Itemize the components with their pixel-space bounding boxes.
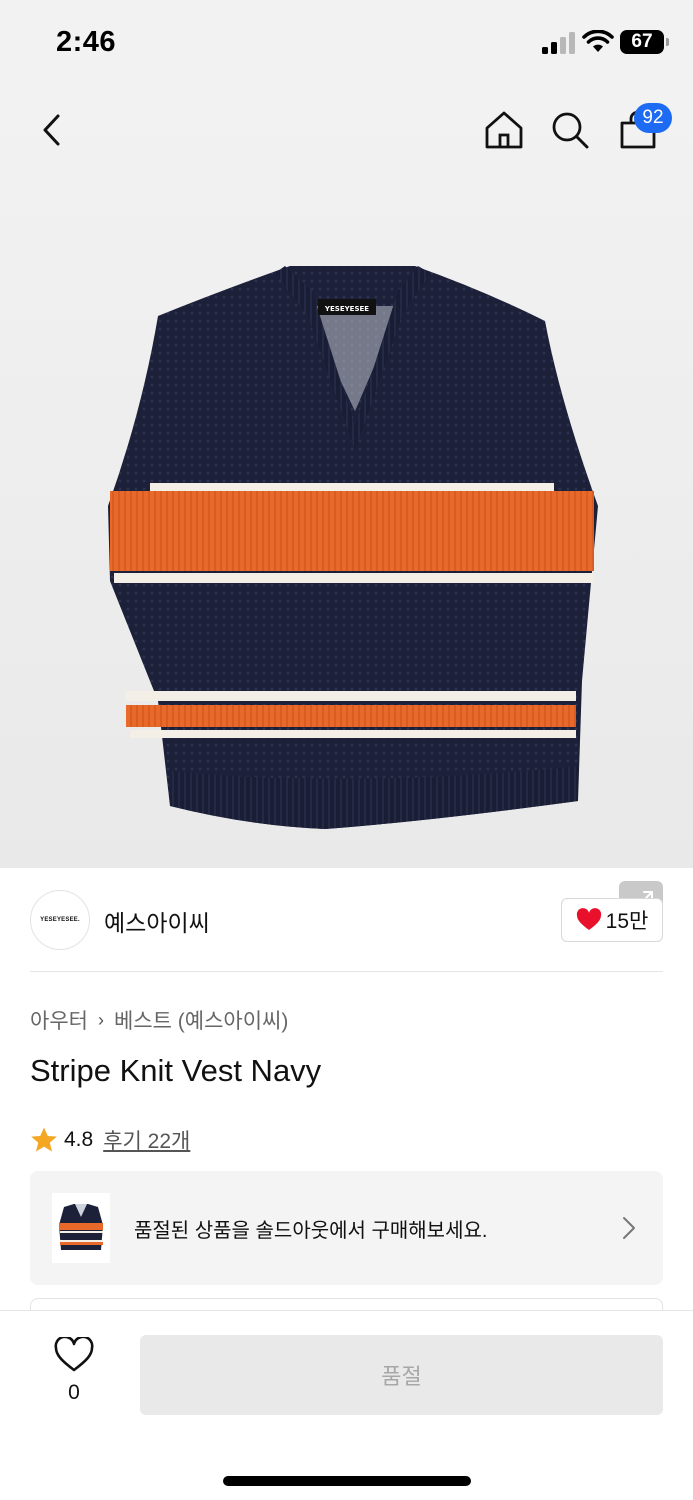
- soldout-banner-text: 품절된 상품을 솔드아웃에서 구매해보세요.: [134, 1220, 488, 1242]
- home-icon: [485, 111, 523, 149]
- wishlist-count: 0: [68, 1381, 80, 1404]
- product-title: Stripe Knit Vest Navy: [30, 1053, 322, 1088]
- rating-row: 4.8 후기 22개: [30, 1125, 190, 1155]
- brand-like-count: 15만: [605, 910, 649, 933]
- cart-badge: 92: [634, 103, 672, 133]
- chevron-right-icon: ›: [97, 1009, 104, 1030]
- soldout-thumbnail: [52, 1193, 110, 1263]
- back-icon: [43, 114, 60, 146]
- wishlist-button[interactable]: 0: [48, 1335, 100, 1411]
- divider: [30, 971, 663, 972]
- brand-like-button[interactable]: 15만: [561, 898, 663, 942]
- breadcrumb-category[interactable]: 아우터: [30, 1005, 88, 1035]
- breadcrumb-subcategory[interactable]: 베스트 (예스아이씨): [114, 1005, 288, 1035]
- brand-row: YESEYESEE. 예스아이씨 15만: [30, 890, 663, 950]
- status-time: 2:46: [56, 26, 117, 58]
- review-count-link[interactable]: 후기 22개: [103, 1125, 190, 1155]
- search-icon: [552, 112, 589, 149]
- home-indicator: [223, 1476, 471, 1486]
- brand-name[interactable]: 예스아이씨: [104, 904, 210, 938]
- brand-logo[interactable]: YESEYESEE.: [30, 890, 90, 950]
- soldout-buy-button: 품절: [140, 1335, 663, 1415]
- bottom-action-bar: 0 품절: [0, 1310, 693, 1500]
- soldout-banner[interactable]: 품절된 상품을 솔드아웃에서 구매해보세요.: [30, 1171, 663, 1285]
- svg-text:YESEYESEE: YESEYESEE: [324, 305, 369, 313]
- home-button[interactable]: [480, 106, 528, 154]
- product-image-area: YESEYESEE: [0, 86, 693, 925]
- cellular-signal-icon: [542, 32, 575, 54]
- product-photo: YESEYESEE: [108, 266, 598, 829]
- search-button[interactable]: [546, 106, 594, 154]
- chevron-right-icon: [623, 1217, 635, 1239]
- heart-icon: [576, 908, 601, 930]
- brand-logo-text: YESEYESEE.: [40, 917, 80, 923]
- back-button[interactable]: [28, 106, 76, 154]
- wifi-icon: [582, 30, 614, 52]
- heart-outline-icon: [54, 1335, 94, 1372]
- status-bar: 2:46 67: [0, 0, 693, 86]
- battery-indicator: 67: [620, 30, 669, 54]
- breadcrumb: 아우터 › 베스트 (예스아이씨): [30, 1005, 288, 1035]
- star-icon: [31, 1127, 57, 1152]
- rating-value: 4.8: [64, 1128, 94, 1151]
